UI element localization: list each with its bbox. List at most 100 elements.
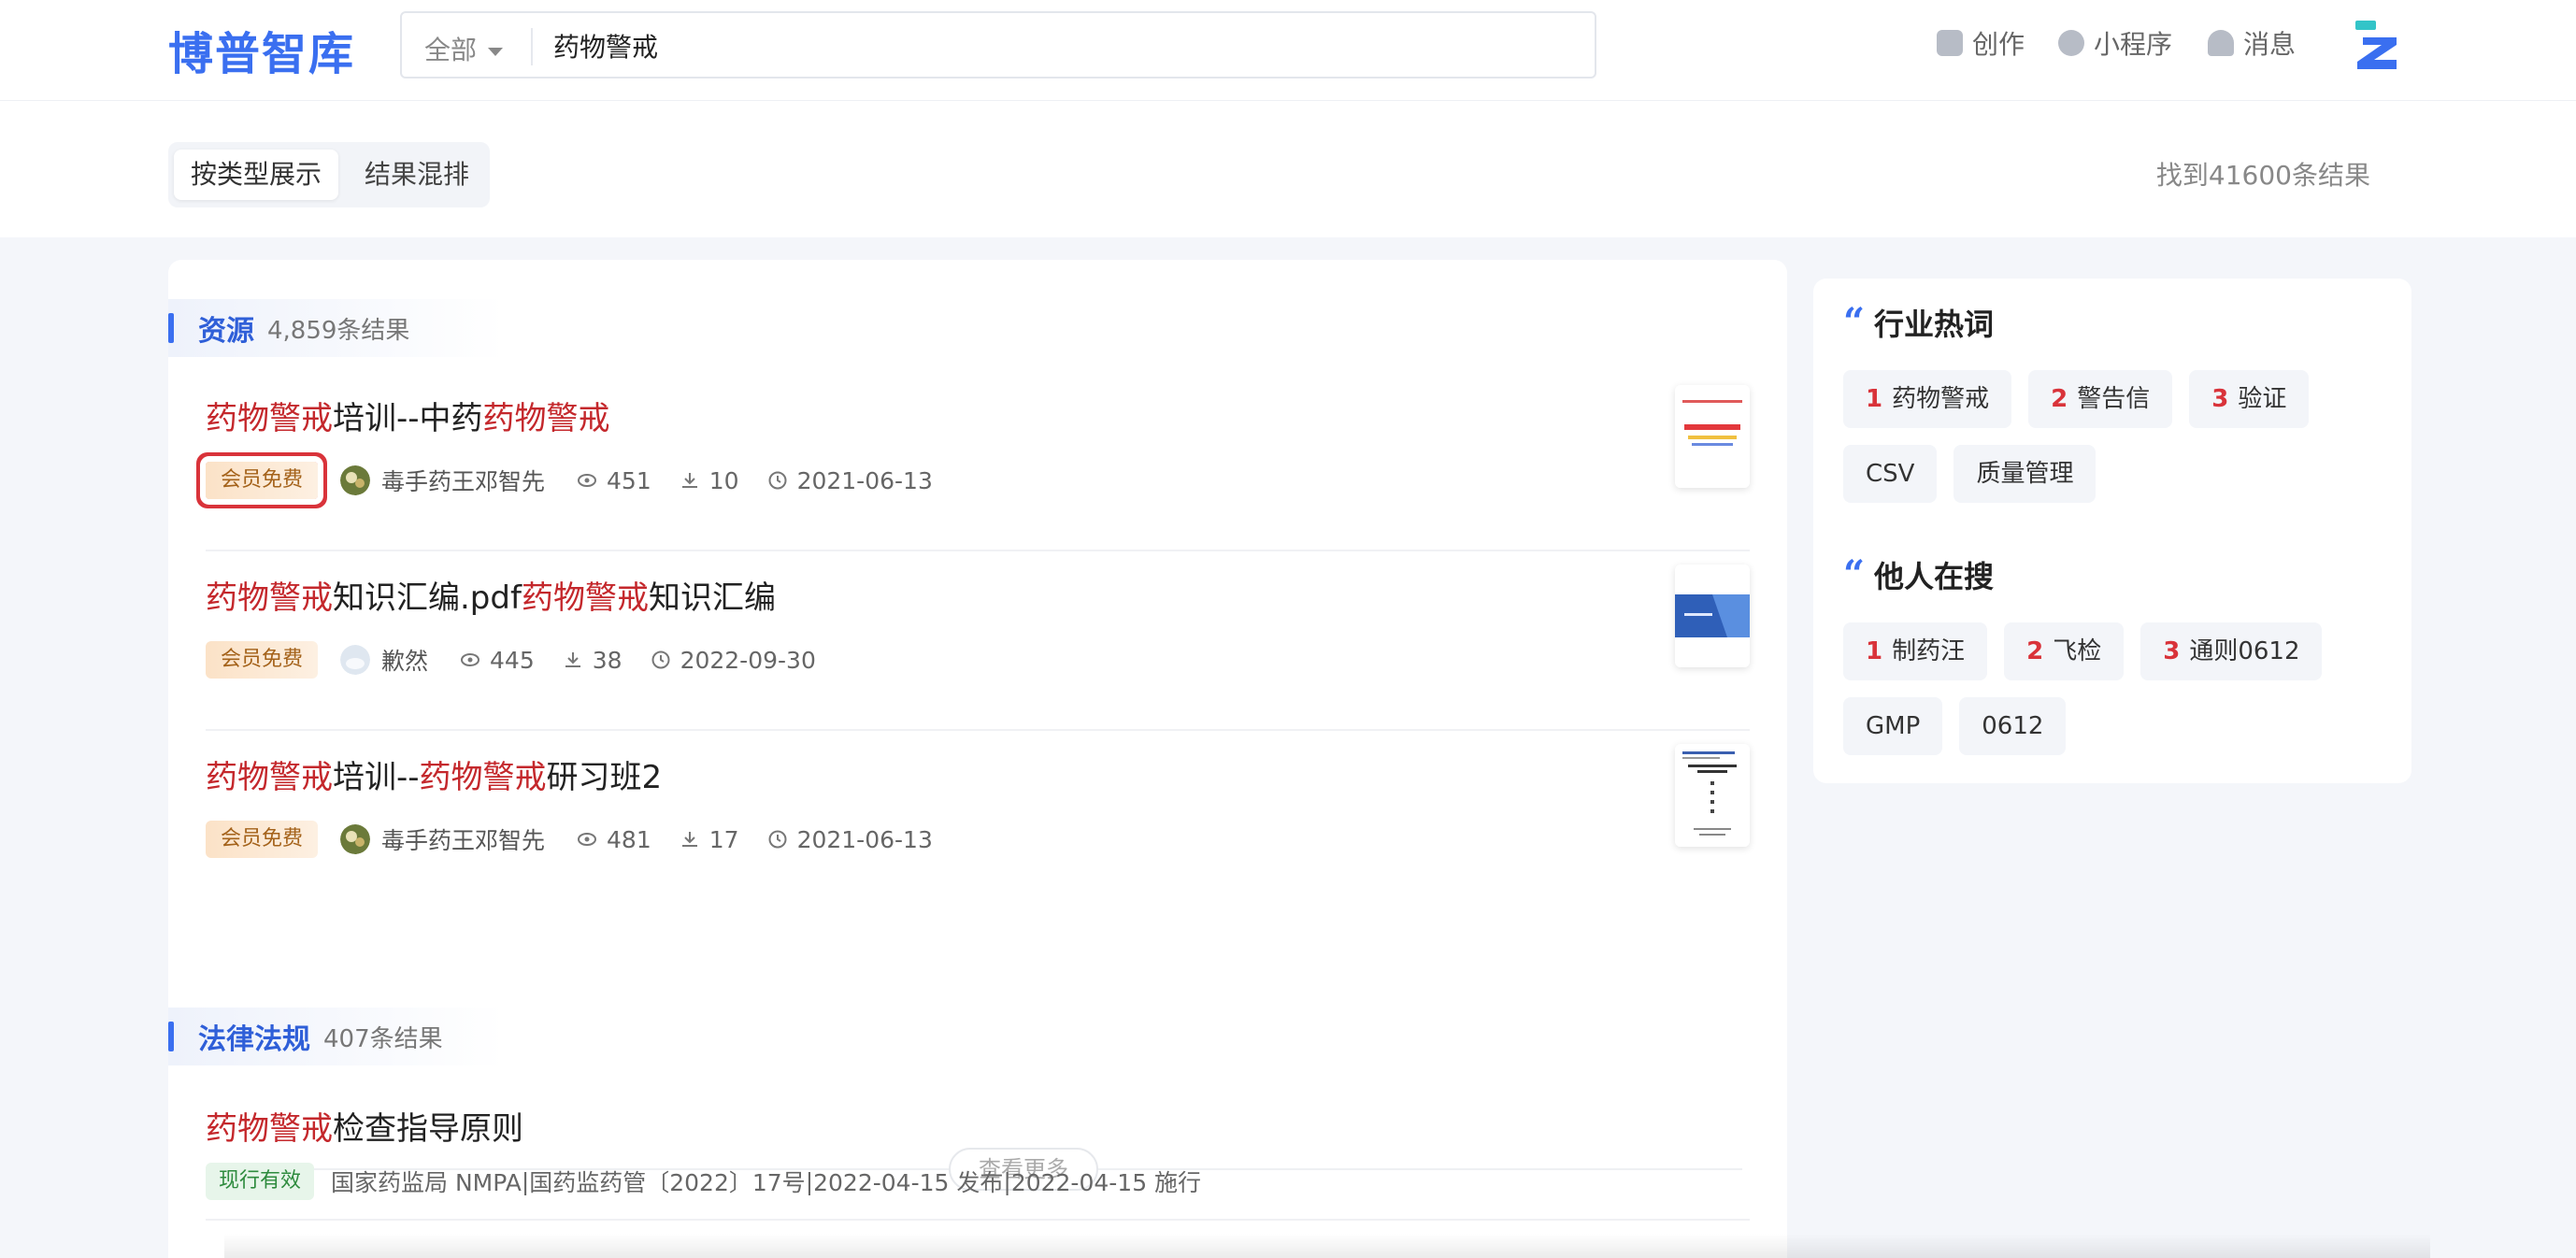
title-highlight: 药物警戒	[419, 759, 547, 796]
search-box[interactable]: 全部	[400, 11, 1596, 79]
download-count-value: 38	[592, 646, 623, 674]
tag-label: 飞检	[2053, 637, 2102, 665]
search-scope-dropdown[interactable]: 全部	[424, 30, 504, 67]
tag-rank: 2	[2026, 637, 2044, 665]
search-tag[interactable]: GMP	[1843, 697, 1943, 755]
bell-icon	[2208, 30, 2234, 56]
publish-date-value: 2022-09-30	[680, 646, 816, 674]
hot-tag[interactable]: 质量管理	[1953, 445, 2097, 503]
law-item[interactable]: 药物警戒检查指导原则 现行有效 国家药监局 NMPA | 国药监药管〔2022〕…	[206, 1082, 1750, 1241]
title-text: 培训--	[333, 759, 420, 796]
tag-rank: 1	[1866, 637, 1883, 665]
status-badge: 现行有效	[206, 1163, 315, 1200]
result-item[interactable]: 药物警戒培训--药物警戒研习班2 会员免费 毒手药王邓智先 481 17 202…	[206, 731, 1750, 910]
result-title[interactable]: 药物警戒培训--中药药物警戒	[206, 393, 610, 438]
view-count-value: 451	[607, 466, 651, 494]
author-avatar[interactable]	[340, 465, 371, 495]
download-icon	[565, 652, 580, 667]
nav-create-label: 创作	[1972, 29, 2025, 60]
divider	[206, 1219, 1750, 1221]
title-highlight: 药物警戒	[521, 579, 649, 617]
tag-label: CSV	[1866, 460, 1915, 488]
hot-tag[interactable]: 3 验证	[2189, 370, 2310, 428]
view-count: 481	[577, 826, 651, 853]
bottom-shadow	[224, 1234, 2430, 1258]
toggle-by-type[interactable]: 按类型展示	[174, 150, 339, 200]
law-agency: 国家药监局 NMPA	[331, 1169, 522, 1196]
side-panel: “ 行业热词 1 药物警戒 2 警告信 3 验证 CSV 质量管理 “ 他人在搜 1制…	[1813, 279, 2411, 783]
eye-icon	[578, 833, 597, 846]
hot-tag[interactable]: CSV	[1843, 445, 1938, 503]
search-input[interactable]	[553, 22, 1563, 69]
tag-label: 制药汪	[1892, 637, 1966, 665]
separator: |	[805, 1167, 814, 1195]
quote-icon: “	[1843, 300, 1866, 344]
section-title[interactable]: 资源	[198, 307, 254, 349]
law-effective-date: 2022-04-15 施行	[1010, 1169, 1202, 1196]
tag-label: GMP	[1866, 712, 1921, 740]
publish-date: 2021-06-13	[767, 467, 933, 494]
separator: |	[1003, 1167, 1011, 1195]
author-name[interactable]: 毒手药王邓智先	[381, 464, 545, 497]
author-avatar[interactable]	[340, 645, 371, 675]
law-publish-date: 2022-04-15 发布	[813, 1169, 1004, 1196]
author-avatar[interactable]	[340, 824, 371, 854]
author-name[interactable]: 毒手药王邓智先	[381, 822, 545, 856]
site-logo[interactable]: 博普智库	[168, 17, 355, 82]
search-divider	[531, 28, 533, 65]
search-tag[interactable]: 2 飞检	[2004, 622, 2125, 680]
result-item[interactable]: 药物警戒培训--中药药物警戒 会员免费 毒手药王邓智先 451 10 2021-…	[206, 372, 1750, 551]
title-highlight: 药物警戒	[206, 759, 333, 796]
title-highlight: 药物警戒	[206, 1110, 333, 1148]
nav-miniprogram[interactable]: 小程序	[2058, 24, 2172, 62]
result-title[interactable]: 药物警戒知识汇编.pdf药物警戒知识汇编	[206, 572, 776, 618]
results-panel: 资源 4,859条结果 药物警戒培训--中药药物警戒 会员免费 毒手药王邓智先 …	[168, 260, 1787, 1258]
nav-create[interactable]: 创作	[1937, 24, 2025, 62]
eye-icon	[461, 653, 480, 666]
member-free-badge: 会员免费	[206, 821, 319, 858]
filter-bar: 按类型展示 结果混排 找到41600条结果	[0, 101, 2576, 237]
section-title[interactable]: 法律法规	[198, 1016, 310, 1057]
publish-date: 2021-06-13	[767, 826, 933, 853]
law-meta: 现行有效 国家药监局 NMPA | 国药监药管〔2022〕17号 | 2022-…	[206, 1161, 1201, 1202]
hot-tag[interactable]: 2 警告信	[2028, 370, 2173, 428]
document-thumbnail[interactable]	[1675, 565, 1750, 667]
title-text: 检查指导原则	[333, 1110, 523, 1148]
result-total: 找到41600条结果	[2155, 160, 2370, 191]
nav-messages-label: 消息	[2243, 29, 2297, 60]
clock-icon	[768, 830, 787, 849]
title-text: 知识汇编	[648, 579, 776, 617]
author-name[interactable]: 歉然	[381, 643, 428, 677]
search-tag[interactable]: 1 制药汪	[1843, 622, 1988, 680]
toggle-mixed[interactable]: 结果混排	[348, 150, 486, 200]
section-header-resources: 资源 4,859条结果	[168, 299, 505, 357]
download-count: 17	[680, 826, 739, 853]
tag-label: 质量管理	[1976, 460, 2074, 488]
result-title[interactable]: 药物警戒培训--药物警戒研习班2	[206, 751, 662, 797]
view-count-value: 481	[607, 825, 651, 853]
title-text: 研习班2	[546, 759, 663, 796]
download-count: 38	[563, 647, 623, 674]
hot-words-tags: 1 药物警戒 2 警告信 3 验证 CSV 质量管理	[1843, 370, 2395, 503]
tag-rank: 3	[2163, 637, 2181, 665]
law-doc-number: 国药监药管〔2022〕17号	[529, 1169, 806, 1196]
user-avatar-logo-icon[interactable]	[2354, 19, 2400, 71]
nav-miniprogram-label: 小程序	[2094, 29, 2173, 60]
search-tag[interactable]: 3 通则0612	[2140, 622, 2323, 680]
section-count: 4,859条结果	[267, 316, 410, 345]
nav-messages[interactable]: 消息	[2208, 24, 2296, 62]
tag-label: 药物警戒	[1892, 385, 1990, 413]
law-title[interactable]: 药物警戒检查指导原则	[206, 1103, 523, 1149]
result-meta: 会员免费 毒手药王邓智先 481 17 2021-06-13	[206, 819, 961, 860]
others-search-header: “ 他人在搜	[1843, 553, 1994, 596]
view-count-value: 445	[490, 646, 535, 674]
search-tag[interactable]: 0612	[1959, 697, 2067, 755]
tag-rank: 1	[1866, 385, 1883, 413]
result-item[interactable]: 药物警戒知识汇编.pdf药物警戒知识汇编 会员免费 歉然 445 38 2022…	[206, 551, 1750, 731]
document-thumbnail[interactable]	[1675, 385, 1750, 488]
tag-rank: 3	[2211, 385, 2229, 413]
document-thumbnail[interactable]	[1675, 744, 1750, 847]
hot-tag[interactable]: 1 药物警戒	[1843, 370, 2012, 428]
chevron-down-icon	[488, 47, 504, 56]
result-meta: 会员免费 毒手药王邓智先 451 10 2021-06-13	[206, 460, 961, 501]
